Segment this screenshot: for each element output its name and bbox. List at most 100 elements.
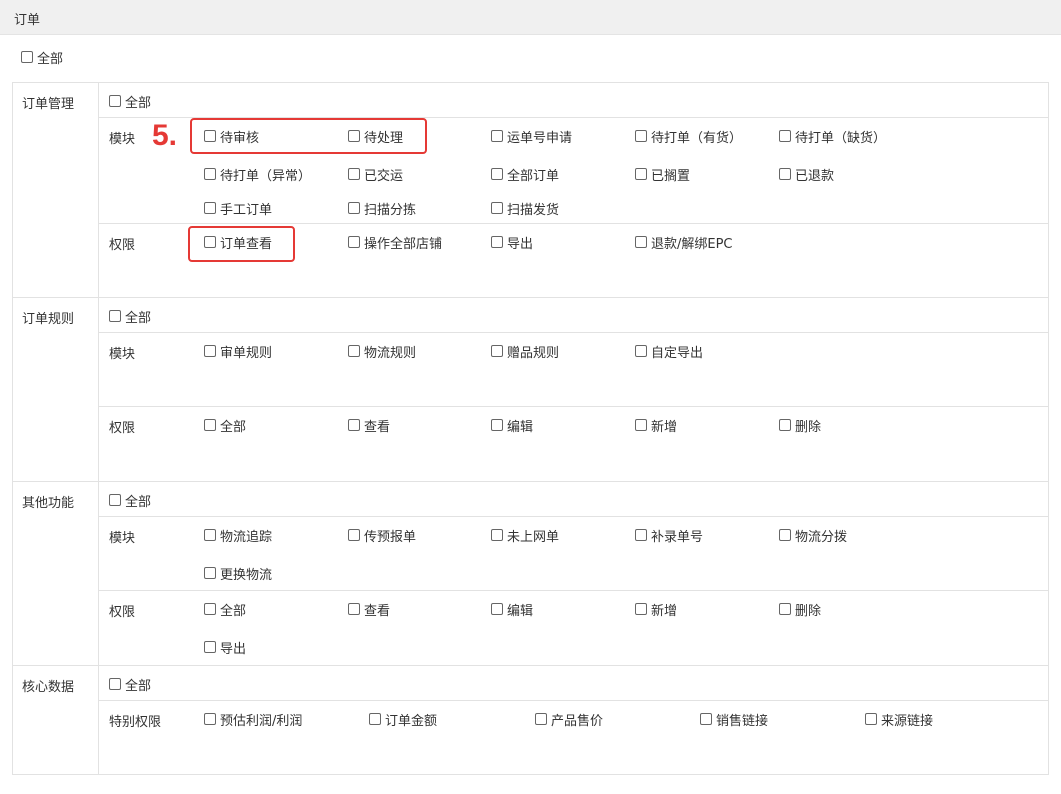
checkbox-review-rules[interactable]: 审单规则 — [204, 343, 272, 361]
checkbox-box[interactable] — [204, 419, 216, 431]
checkbox-box[interactable] — [204, 168, 216, 180]
checkbox-box[interactable] — [204, 345, 216, 357]
checkbox-box[interactable] — [348, 345, 360, 357]
checkbox-box[interactable] — [635, 603, 647, 615]
checkbox-box[interactable] — [348, 236, 360, 248]
checkbox-box[interactable] — [491, 529, 503, 541]
checkbox-box[interactable] — [109, 310, 121, 322]
checkbox-perm-view[interactable]: 查看 — [348, 601, 390, 619]
checkbox-perm-all[interactable]: 全部 — [204, 417, 246, 435]
checkbox-perm-edit[interactable]: 编辑 — [491, 601, 534, 619]
checkbox-box[interactable] — [779, 419, 791, 431]
checkbox-box[interactable] — [109, 95, 121, 107]
checkbox-perm-delete[interactable]: 删除 — [779, 417, 821, 435]
checkbox-box[interactable] — [491, 345, 503, 357]
checkbox-pending-process[interactable]: 待处理 — [348, 128, 403, 146]
checkbox-box[interactable] — [109, 494, 121, 506]
checkbox-box[interactable] — [348, 603, 360, 615]
checkbox-all-global[interactable]: 全部 — [21, 49, 63, 67]
checkbox-estimated-profit[interactable]: 预估利润/利润 — [204, 711, 302, 729]
checkbox-scan-sort[interactable]: 扫描分拣 — [348, 200, 416, 218]
checkbox-box[interactable] — [348, 168, 360, 180]
checkbox-perm-view[interactable]: 查看 — [348, 417, 390, 435]
checkbox-box[interactable] — [635, 529, 647, 541]
checkbox-perm-delete[interactable]: 删除 — [779, 601, 821, 619]
checkbox-sales-link[interactable]: 销售链接 — [700, 711, 768, 729]
checkbox-change-logistics[interactable]: 更换物流 — [204, 565, 272, 583]
checkbox-refund-unbind-epc[interactable]: 退款/解绑EPC — [635, 234, 733, 252]
checkbox-tracking[interactable]: 物流追踪 — [204, 527, 272, 545]
row-divider — [98, 590, 1049, 591]
checkbox-gift-rules[interactable]: 赠品规则 — [491, 343, 559, 361]
checkbox-backfill-number[interactable]: 补录单号 — [635, 527, 703, 545]
checkbox-box[interactable] — [635, 345, 647, 357]
checkbox-product-price[interactable]: 产品售价 — [535, 711, 603, 729]
checkbox-pending-review[interactable]: 待审核 — [204, 128, 259, 146]
checkbox-box[interactable] — [204, 529, 216, 541]
checkbox-print-in-stock[interactable]: 待打单（有货） — [635, 128, 742, 146]
checkbox-box[interactable] — [635, 236, 647, 248]
checkbox-box[interactable] — [204, 641, 216, 653]
checkbox-box[interactable] — [779, 168, 791, 180]
checkbox-refunded[interactable]: 已退款 — [779, 166, 834, 184]
checkbox-box[interactable] — [635, 168, 647, 180]
checkbox-operate-all-stores[interactable]: 操作全部店铺 — [348, 234, 442, 252]
checkbox-box[interactable] — [204, 236, 216, 248]
checkbox-logistics-allocation[interactable]: 物流分拨 — [779, 527, 847, 545]
checkbox-box[interactable] — [348, 130, 360, 142]
checkbox-label: 已交运 — [364, 168, 404, 184]
checkbox-box[interactable] — [348, 419, 360, 431]
checkbox-box[interactable] — [779, 603, 791, 615]
checkbox-print-out-of-stock[interactable]: 待打单（缺货） — [779, 128, 886, 146]
checkbox-perm-add[interactable]: 新增 — [635, 601, 677, 619]
checkbox-box[interactable] — [21, 51, 33, 63]
checkbox-all-order-rules[interactable]: 全部 — [109, 308, 151, 326]
checkbox-manual-order[interactable]: 手工订单 — [204, 200, 272, 218]
checkbox-box[interactable] — [204, 130, 216, 142]
checkbox-box[interactable] — [109, 678, 121, 690]
checkbox-box[interactable] — [491, 168, 503, 180]
checkbox-box[interactable] — [635, 419, 647, 431]
checkbox-box[interactable] — [491, 419, 503, 431]
checkbox-box[interactable] — [491, 236, 503, 248]
checkbox-box[interactable] — [700, 713, 712, 725]
checkbox-box[interactable] — [491, 130, 503, 142]
checkbox-box[interactable] — [865, 713, 877, 725]
checkbox-label: 编辑 — [507, 603, 534, 619]
checkbox-box[interactable] — [204, 567, 216, 579]
checkbox-box[interactable] — [348, 202, 360, 214]
checkbox-upload-forecast[interactable]: 传预报单 — [348, 527, 416, 545]
checkbox-shipped[interactable]: 已交运 — [348, 166, 404, 184]
checkbox-perm-add[interactable]: 新增 — [635, 417, 677, 435]
checkbox-print-exception[interactable]: 待打单（异常） — [204, 166, 311, 184]
checkbox-box[interactable] — [204, 202, 216, 214]
checkbox-box[interactable] — [204, 713, 216, 725]
checkbox-on-hold[interactable]: 已搁置 — [635, 166, 690, 184]
checkbox-export[interactable]: 导出 — [491, 234, 533, 252]
checkbox-perm-export[interactable]: 导出 — [204, 639, 246, 657]
checkbox-box[interactable] — [348, 529, 360, 541]
checkbox-perm-all[interactable]: 全部 — [204, 601, 246, 619]
checkbox-perm-edit[interactable]: 编辑 — [491, 417, 533, 435]
checkbox-box[interactable] — [491, 603, 503, 615]
checkbox-all-orders[interactable]: 全部订单 — [491, 166, 559, 184]
checkbox-not-online[interactable]: 未上网单 — [491, 527, 559, 545]
checkbox-logistics-rules[interactable]: 物流规则 — [348, 343, 416, 361]
checkbox-all-other-functions[interactable]: 全部 — [109, 492, 151, 510]
checkbox-order-amount[interactable]: 订单金额 — [369, 711, 437, 729]
checkbox-box[interactable] — [204, 603, 216, 615]
checkbox-box[interactable] — [369, 713, 381, 725]
checkbox-waybill-apply[interactable]: 运单号申请 — [491, 128, 572, 146]
checkbox-all-order-management[interactable]: 全部 — [109, 93, 151, 111]
checkbox-custom-export[interactable]: 自定导出 — [635, 343, 703, 361]
row-divider — [98, 700, 1049, 701]
checkbox-source-link[interactable]: 来源链接 — [865, 711, 933, 729]
checkbox-scan-ship[interactable]: 扫描发货 — [491, 200, 559, 218]
checkbox-box[interactable] — [635, 130, 647, 142]
checkbox-all-core-data[interactable]: 全部 — [109, 676, 151, 694]
checkbox-box[interactable] — [491, 202, 503, 214]
checkbox-order-view[interactable]: 订单查看 — [204, 234, 272, 252]
checkbox-box[interactable] — [779, 529, 791, 541]
checkbox-box[interactable] — [779, 130, 791, 142]
checkbox-box[interactable] — [535, 713, 547, 725]
